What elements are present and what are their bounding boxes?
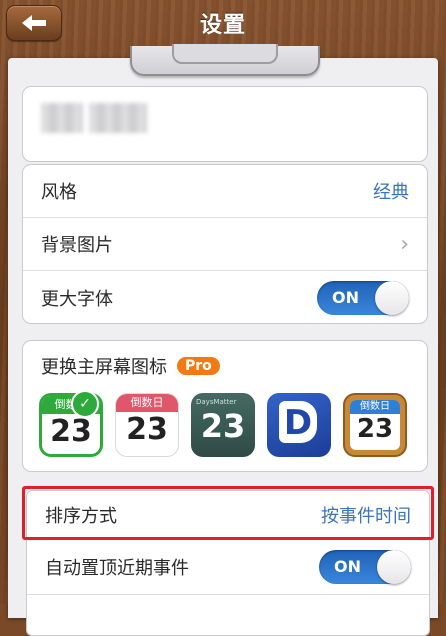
style-value: 经典 bbox=[373, 182, 409, 203]
calendar-icon-dark[interactable]: DaysMatter 23 bbox=[191, 393, 255, 457]
calendar-icon-pink[interactable]: 倒数日 23 bbox=[115, 393, 179, 457]
letter-d: D bbox=[279, 401, 317, 443]
appearance-card: 风格 经典 背景图片 › 更大字体 ON bbox=[22, 164, 428, 324]
clipboard-clip bbox=[130, 44, 320, 76]
home-icon-card: 更换主屏幕图标 Pro 倒数日 23 倒数日 23 DaysMatter 23 … bbox=[22, 340, 428, 472]
icon-band: 倒数日 bbox=[350, 400, 400, 414]
auto-pin-row: 自动置顶近期事件 ON bbox=[27, 539, 429, 595]
chevron-right-icon: › bbox=[400, 231, 409, 257]
icon-number: 23 bbox=[50, 414, 92, 449]
background-image-row[interactable]: 背景图片 › bbox=[23, 218, 427, 271]
style-label: 风格 bbox=[41, 182, 77, 203]
icon-number: 23 bbox=[356, 414, 394, 444]
home-icon-header: 更换主屏幕图标 Pro bbox=[23, 341, 427, 379]
letter-d-icon[interactable]: D bbox=[267, 393, 331, 457]
account-card[interactable] bbox=[22, 86, 428, 162]
next-row-partial bbox=[27, 595, 429, 635]
calendar-icon-wood[interactable]: 倒数日 23 bbox=[343, 393, 407, 457]
larger-font-row: 更大字体 ON bbox=[23, 271, 427, 323]
auto-pin-toggle[interactable]: ON bbox=[319, 549, 411, 584]
icon-band: 倒数日 bbox=[116, 394, 178, 412]
nav-bar: 设置 bbox=[0, 0, 446, 46]
toggle-knob bbox=[377, 549, 411, 584]
back-button[interactable] bbox=[6, 5, 62, 41]
home-icon-title: 更换主屏幕图标 bbox=[41, 357, 167, 378]
highlight-box bbox=[22, 486, 434, 540]
background-image-label: 背景图片 bbox=[41, 235, 113, 256]
pro-badge: Pro bbox=[177, 357, 220, 375]
icon-number: 23 bbox=[200, 407, 246, 445]
toggle-knob bbox=[375, 280, 409, 315]
auto-pin-label: 自动置顶近期事件 bbox=[45, 557, 189, 579]
back-arrow-icon bbox=[22, 15, 46, 31]
account-name-blurred bbox=[89, 103, 147, 133]
icon-number: 23 bbox=[126, 412, 168, 447]
toggle-on-text: ON bbox=[332, 288, 359, 307]
larger-font-label: 更大字体 bbox=[41, 288, 113, 310]
style-row[interactable]: 风格 经典 bbox=[23, 165, 427, 218]
page-title: 设置 bbox=[199, 13, 246, 38]
larger-font-toggle[interactable]: ON bbox=[317, 280, 409, 315]
selected-check-icon: ✓ bbox=[71, 390, 99, 418]
toggle-on-text: ON bbox=[334, 557, 361, 576]
avatar-blurred bbox=[41, 103, 83, 133]
